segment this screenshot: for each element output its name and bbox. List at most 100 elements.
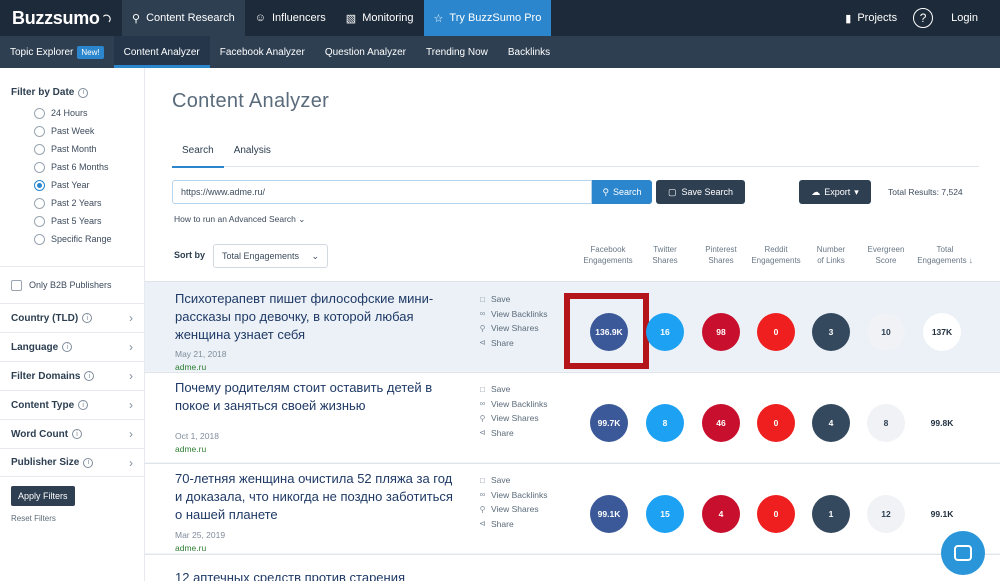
date-option[interactable]: Specific Range — [34, 230, 112, 248]
view-shares-action[interactable]: ⚲ View Shares — [478, 502, 548, 517]
view-backlinks-action[interactable]: ∞ View Backlinks — [478, 488, 548, 503]
info-icon[interactable]: i — [83, 457, 94, 468]
chat-button[interactable] — [941, 531, 985, 575]
view-shares-action[interactable]: ⚲ View Shares — [478, 321, 548, 336]
subnav-trending-now[interactable]: Trending Now — [416, 36, 498, 68]
date-option[interactable]: Past 2 Years — [34, 194, 112, 212]
date-option[interactable]: Past Week — [34, 122, 112, 140]
info-icon[interactable]: i — [82, 313, 93, 323]
help-icon[interactable]: ? — [913, 8, 934, 28]
filter-word-count[interactable]: Word Count i › — [0, 419, 144, 448]
share-action[interactable]: ⊲ Share — [478, 426, 548, 441]
number-of-links[interactable]: 4 — [812, 404, 850, 442]
info-icon[interactable]: i — [72, 429, 83, 439]
login-link[interactable]: Login — [951, 12, 978, 24]
radio-button[interactable] — [34, 107, 45, 119]
facebook-engagements[interactable]: 99.1K — [590, 495, 628, 533]
radio-button-checked[interactable] — [34, 179, 45, 191]
checkbox[interactable] — [11, 279, 22, 291]
table-row: 12 аптечных средств против старения — [145, 554, 1000, 581]
col-evergreen[interactable]: Evergreen Score — [859, 244, 913, 266]
link-icon: ∞ — [479, 490, 486, 500]
reddit-engagements[interactable]: 0 — [757, 495, 795, 533]
pinterest-shares[interactable]: 98 — [702, 313, 740, 351]
filter-publisher-size[interactable]: Publisher Size i › — [0, 448, 144, 477]
date-option[interactable]: 24 Hours — [34, 104, 112, 122]
article-title[interactable]: Психотерапевт пишет философские мини-рас… — [175, 290, 455, 344]
article-domain[interactable]: adme.ru — [175, 362, 206, 372]
apply-filters-button[interactable]: Apply Filters — [11, 486, 75, 506]
save-search-button[interactable]: ▢ Save Search — [656, 180, 745, 204]
twitter-shares[interactable]: 8 — [646, 404, 684, 442]
share-action[interactable]: ⊲ Share — [478, 336, 548, 351]
article-title[interactable]: Почему родителям стоит оставить детей в … — [175, 379, 455, 415]
date-option-selected[interactable]: Past Year — [34, 176, 112, 194]
nav-try-pro[interactable]: ☆ Try BuzzSumo Pro — [423, 0, 552, 36]
save-action[interactable]: □ Save — [478, 473, 548, 488]
save-action[interactable]: □ Save — [478, 292, 548, 307]
share-action[interactable]: ⊲ Share — [478, 517, 548, 532]
nav-projects[interactable]: ▮ Projects — [835, 0, 907, 36]
export-button[interactable]: ☁ Export ▾ — [799, 180, 871, 204]
filter-language[interactable]: Language i › — [0, 332, 144, 361]
radio-button[interactable] — [34, 161, 45, 173]
radio-button[interactable] — [34, 197, 45, 209]
subnav-topic-explorer[interactable]: Topic Explorer New! — [0, 36, 114, 68]
radio-button[interactable] — [34, 233, 45, 245]
date-option[interactable]: Past Month — [34, 140, 112, 158]
reddit-engagements[interactable]: 0 — [757, 313, 795, 351]
view-backlinks-action[interactable]: ∞ View Backlinks — [478, 307, 548, 322]
reset-filters-link[interactable]: Reset Filters — [11, 514, 56, 523]
number-of-links[interactable]: 1 — [812, 495, 850, 533]
filter-country[interactable]: Country (TLD) i › — [0, 303, 144, 332]
reddit-engagements[interactable]: 0 — [757, 404, 795, 442]
col-facebook[interactable]: Facebook Engagements — [576, 244, 640, 266]
nav-content-research[interactable]: ⚲ Content Research — [122, 0, 245, 36]
pinterest-shares[interactable]: 46 — [702, 404, 740, 442]
tab-search[interactable]: Search — [172, 141, 224, 168]
advanced-search-link[interactable]: How to run an Advanced Search ⌄ — [174, 214, 305, 225]
radio-button[interactable] — [34, 215, 45, 227]
date-option[interactable]: Past 5 Years — [34, 212, 112, 230]
col-twitter[interactable]: Twitter Shares — [640, 244, 690, 266]
info-icon[interactable]: i — [62, 342, 73, 352]
search-input[interactable]: https://www.adme.ru/ — [172, 180, 592, 204]
article-domain[interactable]: adme.ru — [175, 444, 206, 454]
view-backlinks-action[interactable]: ∞ View Backlinks — [478, 397, 548, 412]
tab-analysis[interactable]: Analysis — [224, 141, 281, 167]
pinterest-shares[interactable]: 4 — [702, 495, 740, 533]
subnav-content-analyzer[interactable]: Content Analyzer — [113, 36, 210, 68]
sort-dropdown[interactable]: Total Engagements ⌄ — [213, 244, 328, 268]
twitter-shares[interactable]: 16 — [646, 313, 684, 351]
facebook-engagements[interactable]: 99.7K — [590, 404, 628, 442]
twitter-shares[interactable]: 15 — [646, 495, 684, 533]
radio-button[interactable] — [34, 125, 45, 137]
col-total[interactable]: Total Engagements ↓ — [912, 244, 978, 266]
facebook-engagements[interactable]: 136.9K — [590, 313, 628, 351]
col-links[interactable]: Number of Links — [808, 244, 854, 266]
radio-button[interactable] — [34, 143, 45, 155]
buzzsumo-logo[interactable]: Buzzsumo ◠ — [0, 0, 122, 36]
subnav-question-analyzer[interactable]: Question Analyzer — [315, 36, 416, 68]
search-button[interactable]: ⚲ Search — [592, 180, 652, 204]
info-icon[interactable]: i — [78, 87, 89, 98]
article-title[interactable]: 12 аптечных средств против старения — [175, 569, 455, 581]
info-icon[interactable]: i — [78, 400, 89, 410]
save-action[interactable]: □ Save — [478, 382, 548, 397]
article-title[interactable]: 70-летняя женщина очистила 52 пляжа за г… — [175, 470, 455, 524]
filter-domains[interactable]: Filter Domains i › — [0, 361, 144, 390]
view-shares-action[interactable]: ⚲ View Shares — [478, 411, 548, 426]
info-icon[interactable]: i — [84, 371, 95, 381]
total-engagements: 99.8K — [923, 404, 961, 442]
nav-influencers[interactable]: ☺ Influencers — [245, 0, 336, 36]
number-of-links[interactable]: 3 — [812, 313, 850, 351]
nav-monitoring[interactable]: ▧ Monitoring — [336, 0, 424, 36]
article-domain[interactable]: adme.ru — [175, 543, 206, 553]
subnav-facebook-analyzer[interactable]: Facebook Analyzer — [210, 36, 315, 68]
subnav-backlinks[interactable]: Backlinks — [498, 36, 560, 68]
col-reddit[interactable]: Reddit Engagements — [746, 244, 806, 266]
b2b-filter[interactable]: Only B2B Publishers — [0, 266, 144, 303]
col-pinterest[interactable]: Pinterest Shares — [695, 244, 747, 266]
filter-content-type[interactable]: Content Type i › — [0, 390, 144, 419]
date-option[interactable]: Past 6 Months — [34, 158, 112, 176]
